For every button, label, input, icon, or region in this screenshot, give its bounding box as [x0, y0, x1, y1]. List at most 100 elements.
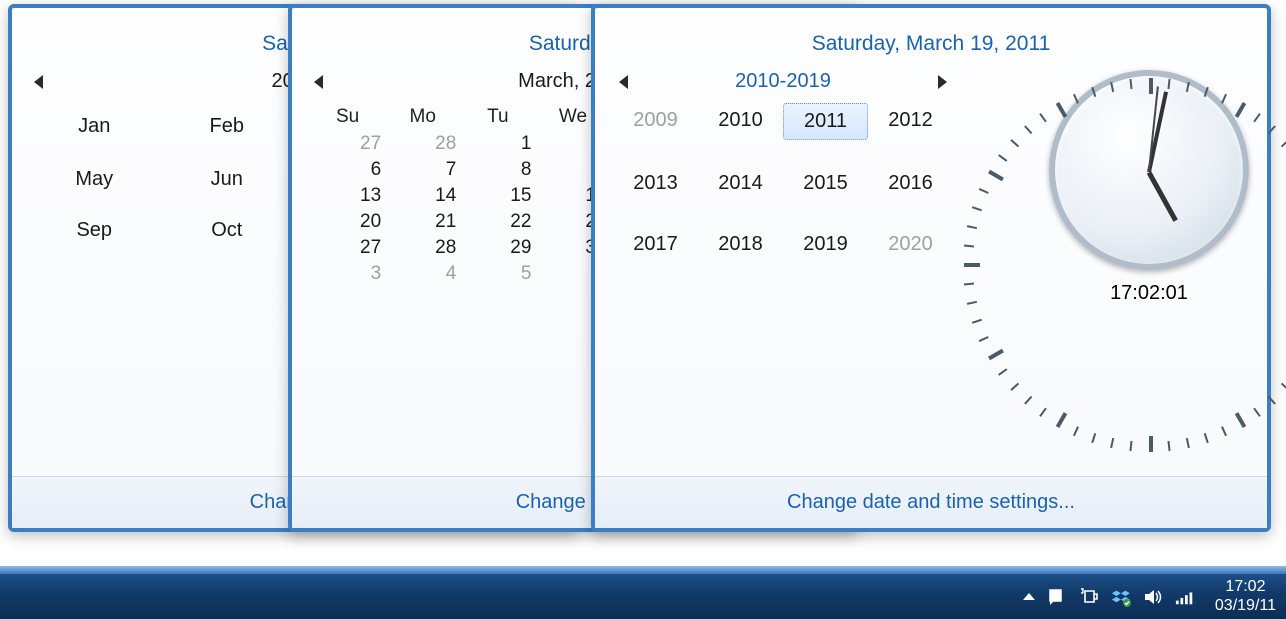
prev-arrow-icon[interactable]	[314, 75, 323, 89]
clock-tick	[1129, 79, 1132, 89]
year-cell[interactable]: 2010	[698, 103, 783, 140]
year-cell[interactable]: 2019	[783, 227, 868, 262]
clock-tick	[1221, 94, 1227, 104]
prev-arrow-icon[interactable]	[619, 75, 628, 89]
volume-icon[interactable]	[1143, 587, 1163, 607]
clock-tick	[1073, 94, 1079, 104]
day-cell[interactable]: 29	[460, 235, 535, 261]
day-cell[interactable]: 28	[385, 131, 460, 157]
taskbar: 17:02 03/19/11	[0, 573, 1286, 619]
day-cell[interactable]: 13	[310, 183, 385, 209]
change-settings-link[interactable]: Change date and time settings...	[787, 491, 1075, 513]
day-cell[interactable]: 21	[385, 209, 460, 235]
day-cell[interactable]: 15	[460, 183, 535, 209]
day-cell[interactable]: 22	[460, 209, 535, 235]
clock-tick	[1039, 113, 1046, 122]
day-cell[interactable]: 6	[310, 157, 385, 183]
clock-tick	[1221, 426, 1227, 436]
calendar-title[interactable]: 2010-2019	[735, 70, 831, 93]
clock-tick	[1056, 412, 1067, 428]
clock-tick	[1253, 113, 1260, 122]
clock-tick	[979, 336, 989, 342]
day-cell[interactable]: 27	[310, 235, 385, 261]
clock-face	[1049, 70, 1249, 270]
day-cell[interactable]: 27	[310, 131, 385, 157]
clock-tick	[1010, 383, 1019, 391]
year-cell[interactable]: 2016	[868, 166, 953, 201]
show-hidden-icons-icon[interactable]	[1023, 593, 1035, 600]
dropbox-icon[interactable]	[1111, 587, 1131, 607]
year-cell[interactable]: 2014	[698, 166, 783, 201]
clock-tick	[1149, 78, 1153, 94]
year-cell[interactable]: 2009	[613, 103, 698, 140]
power-icon[interactable]	[1079, 587, 1099, 607]
month-cell[interactable]: Jan	[30, 109, 159, 146]
clock-tick	[1253, 408, 1260, 417]
years-grid: 2009201020112012 2013201420152016 20172018…	[613, 103, 953, 262]
clock-tick	[1024, 396, 1032, 405]
clock-tick	[1204, 87, 1209, 97]
day-cell[interactable]: 20	[310, 209, 385, 235]
day-header: Su	[310, 103, 385, 131]
clock-tick	[1168, 79, 1171, 89]
month-cell[interactable]: Feb	[163, 109, 292, 146]
day-cell[interactable]: 7	[385, 157, 460, 183]
clock-tick	[1091, 87, 1096, 97]
year-cell[interactable]: 2018	[698, 227, 783, 262]
clock-tick	[1235, 412, 1246, 428]
tray-time: 17:02	[1215, 578, 1276, 596]
popup-footer: Change date and time settings...	[595, 476, 1267, 528]
day-cell[interactable]: 5	[460, 261, 535, 287]
day-cell[interactable]: 14	[385, 183, 460, 209]
network-icon[interactable]	[1175, 587, 1195, 607]
clock-tick	[988, 349, 1004, 360]
digital-time: 17:02:01	[1110, 282, 1188, 305]
clock-tick	[1056, 102, 1067, 118]
clock-tick	[1186, 438, 1190, 448]
day-cell[interactable]: 1	[460, 131, 535, 157]
calendar-popup-decade: Saturday, March 19, 2011 2010-2019 20092…	[591, 4, 1271, 532]
day-header: Tu	[460, 103, 535, 131]
clock-tick	[1281, 383, 1286, 391]
year-cell[interactable]: 2013	[613, 166, 698, 201]
tray-clock[interactable]: 17:02 03/19/11	[1215, 578, 1276, 615]
year-cell[interactable]: 2020	[868, 227, 953, 262]
clock-tick	[964, 263, 980, 267]
clock-tick	[1073, 426, 1079, 436]
day-cell[interactable]: 4	[385, 261, 460, 287]
year-cell[interactable]: 2017	[613, 227, 698, 262]
clock-tick	[1149, 436, 1153, 452]
prev-arrow-icon[interactable]	[34, 75, 43, 89]
clock-tick	[1281, 139, 1286, 147]
day-cell[interactable]: 3	[310, 261, 385, 287]
clock-tick	[1110, 82, 1114, 92]
clock-tick	[1110, 438, 1114, 448]
month-cell[interactable]: Jun	[163, 162, 292, 197]
analog-clock: 17:02:01	[1049, 70, 1249, 305]
clock-tick	[1168, 441, 1171, 451]
clock-tick	[1268, 125, 1276, 134]
system-tray: 17:02 03/19/11	[1023, 578, 1276, 615]
clock-tick	[1186, 82, 1190, 92]
year-cell[interactable]: 2011	[783, 103, 868, 140]
month-cell[interactable]: May	[30, 162, 159, 197]
clock-tick	[1268, 396, 1276, 405]
clock-tick	[972, 319, 982, 324]
month-cell[interactable]: Sep	[30, 213, 159, 248]
month-cell[interactable]: Oct	[163, 213, 292, 248]
clock-tick	[1235, 102, 1246, 118]
clock-tick	[1091, 433, 1096, 443]
clock-tick	[1129, 441, 1132, 451]
hour-hand	[1147, 171, 1178, 222]
day-cell[interactable]: 8	[460, 157, 535, 183]
year-cell[interactable]: 2012	[868, 103, 953, 140]
date-header: Saturday, March 19, 2011	[613, 32, 1249, 56]
day-header: Mo	[385, 103, 460, 131]
next-arrow-icon[interactable]	[938, 75, 947, 89]
clock-tick	[1204, 433, 1209, 443]
day-cell[interactable]: 28	[385, 235, 460, 261]
year-cell[interactable]: 2015	[783, 166, 868, 201]
action-center-icon[interactable]	[1047, 587, 1067, 607]
tray-date: 03/19/11	[1215, 597, 1276, 615]
clock-tick	[1039, 408, 1046, 417]
